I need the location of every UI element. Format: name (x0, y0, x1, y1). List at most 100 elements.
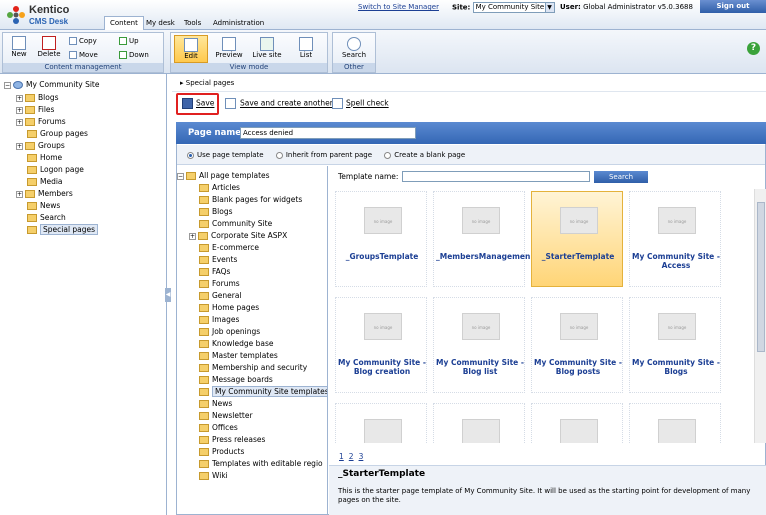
template-card[interactable]: no image My Community Site - Blog posts (531, 297, 623, 393)
radio-blank-page[interactable]: Create a blank page (384, 151, 465, 159)
category-item[interactable]: Images (199, 314, 239, 325)
spell-check-action[interactable]: Spell check (332, 98, 389, 109)
collapse-icon[interactable]: − (4, 81, 11, 89)
category-item[interactable]: FAQs (199, 266, 230, 277)
up-button[interactable]: Up (119, 36, 139, 46)
template-card[interactable]: no image My Community Site - Blog creatio… (335, 297, 427, 393)
preview-button[interactable]: Preview (213, 37, 245, 59)
category-item[interactable]: Offices (199, 422, 238, 433)
search-button[interactable]: Search (337, 37, 371, 59)
down-button[interactable]: Down (119, 50, 149, 60)
breadcrumb-item[interactable]: Special pages (186, 79, 235, 87)
scrollbar-thumb[interactable] (757, 202, 765, 352)
tree-item-groups[interactable]: + Groups (16, 140, 65, 151)
category-item[interactable]: Community Site (199, 218, 272, 229)
category-item[interactable]: Events (199, 254, 237, 265)
category-item[interactable]: Blogs (199, 206, 233, 217)
tree-item-files[interactable]: + Files (16, 104, 54, 115)
category-item[interactable]: Membership and security (199, 362, 307, 373)
template-card[interactable] (531, 403, 623, 443)
category-item[interactable]: Home pages (199, 302, 259, 313)
template-name: My Community Site - Access (632, 252, 720, 270)
delete-button[interactable]: Delete (35, 36, 63, 58)
category-item[interactable]: + Corporate Site ASPX (189, 230, 287, 241)
category-item[interactable]: News (199, 398, 232, 409)
category-item[interactable]: Master templates (199, 350, 278, 361)
spell-check-link[interactable]: Spell check (346, 99, 389, 108)
tab-administration[interactable]: Administration (208, 17, 269, 30)
category-item[interactable]: Newsletter (199, 410, 253, 421)
site-dropdown[interactable]: My Community Site ▼ (472, 2, 555, 13)
edit-button[interactable]: Edit (174, 35, 208, 63)
tree-item-home[interactable]: Home (27, 152, 62, 163)
category-item[interactable]: E-commerce (199, 242, 259, 253)
expand-icon[interactable]: + (16, 106, 23, 114)
tab-tools[interactable]: Tools (179, 17, 206, 30)
tree-item-blogs[interactable]: + Blogs (16, 92, 59, 103)
tree-item-special-pages[interactable]: Special pages (27, 224, 99, 235)
tree-item-label: Special pages (40, 224, 99, 235)
switch-site-manager-link[interactable]: Switch to Site Manager (358, 3, 439, 11)
collapse-icon[interactable]: − (177, 172, 184, 180)
expand-icon[interactable]: + (16, 118, 23, 126)
template-search-button[interactable]: Search (594, 171, 648, 183)
template-card[interactable]: no image My Community Site - Blog list (433, 297, 525, 393)
template-card[interactable]: no image _StarterTemplate (531, 191, 623, 287)
copy-button[interactable]: Copy (69, 36, 97, 46)
category-item[interactable]: Templates with editable regio (199, 458, 323, 469)
save-create-link[interactable]: Save and create another (240, 99, 333, 108)
tab-my-desk[interactable]: My desk (141, 17, 180, 30)
category-item[interactable]: Knowledge base (199, 338, 274, 349)
page-link-2[interactable]: 2 (349, 452, 354, 461)
template-card[interactable]: no image My Community Site - Blogs (629, 297, 721, 393)
category-item[interactable]: Press releases (199, 434, 265, 445)
radio-use-template[interactable]: Use page template (187, 151, 264, 159)
tree-item-logon-page[interactable]: Logon page (27, 164, 84, 175)
tree-item-members[interactable]: + Members (16, 188, 73, 199)
page-link-3[interactable]: 3 (359, 452, 364, 461)
template-thumbnail: no image (364, 207, 402, 234)
category-item[interactable]: Job openings (199, 326, 260, 337)
move-button[interactable]: Move (69, 50, 98, 60)
live-site-button[interactable]: Live site (249, 37, 285, 59)
template-card[interactable] (629, 403, 721, 443)
tree-root[interactable]: − My Community Site (4, 79, 99, 90)
tree-item-media[interactable]: Media (27, 176, 63, 187)
sign-out-button[interactable]: Sign out (700, 0, 766, 13)
help-icon[interactable]: ? (747, 42, 760, 55)
category-item[interactable]: Wiki (199, 470, 228, 481)
tree-item-group-pages[interactable]: Group pages (27, 128, 88, 139)
category-item[interactable]: Blank pages for widgets (199, 194, 302, 205)
search-icon (347, 37, 361, 51)
tab-content[interactable]: Content (104, 16, 144, 30)
template-card[interactable] (433, 403, 525, 443)
category-item[interactable]: Articles (199, 182, 240, 193)
category-item[interactable]: General (199, 290, 242, 301)
category-item[interactable]: Message boards (199, 374, 273, 385)
template-name-input[interactable] (402, 171, 590, 182)
expand-icon[interactable]: + (16, 142, 23, 150)
list-button[interactable]: List (291, 37, 321, 59)
category-item[interactable]: My Community Site templates (199, 386, 327, 397)
template-grid-scrollbar[interactable] (754, 189, 766, 443)
category-root[interactable]: − All page templates (177, 170, 270, 181)
expand-icon[interactable]: + (16, 94, 23, 102)
category-item[interactable]: Forums (199, 278, 240, 289)
template-card[interactable] (335, 403, 427, 443)
template-card[interactable]: no image _GroupsTemplate (335, 191, 427, 287)
tree-item-forums[interactable]: + Forums (16, 116, 66, 127)
new-document-icon (12, 36, 26, 50)
template-card[interactable]: no image _MembersManagemen (433, 191, 530, 287)
collapse-panel-handle[interactable]: ◀ (165, 288, 171, 302)
tree-item-news[interactable]: News (27, 200, 60, 211)
page-link-1[interactable]: 1 (339, 452, 344, 461)
template-card[interactable]: no image My Community Site - Access (629, 191, 721, 287)
expand-icon[interactable]: + (189, 232, 196, 240)
expand-icon[interactable]: + (16, 190, 23, 198)
new-button[interactable]: New (7, 36, 31, 58)
category-item[interactable]: Products (199, 446, 244, 457)
save-create-action[interactable]: Save and create another (225, 98, 333, 109)
tree-item-search[interactable]: Search (27, 212, 66, 223)
radio-inherit-template[interactable]: Inherit from parent page (275, 151, 372, 159)
page-name-input[interactable]: Access denied (240, 127, 416, 139)
